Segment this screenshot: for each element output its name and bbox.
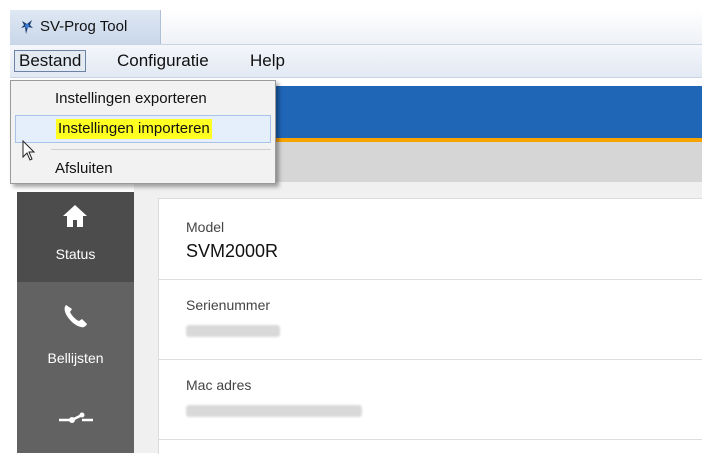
- menu-item-afsluiten[interactable]: Afsluiten: [55, 160, 113, 177]
- window-title: SV-Prog Tool: [40, 18, 128, 35]
- title-bar: SV-Prog Tool: [10, 10, 702, 44]
- redacted-value: [186, 405, 362, 417]
- menu-help[interactable]: Help: [246, 50, 289, 72]
- sidebar: Status Bellijsten: [17, 192, 134, 453]
- field-serienummer: Serienummer: [159, 279, 702, 360]
- home-icon: [63, 205, 87, 227]
- sidebar-item-label: Status: [55, 246, 96, 262]
- sidebar-item-connection[interactable]: [17, 372, 134, 453]
- sidebar-item-status[interactable]: Status: [17, 192, 134, 282]
- menu-bestand[interactable]: Bestand: [14, 50, 87, 72]
- field-label: Model: [186, 219, 225, 235]
- menu-item-export[interactable]: Instellingen exporteren: [55, 90, 207, 107]
- bestand-dropdown: Instellingen exporteren Instellingen imp…: [10, 80, 276, 184]
- field-mac-adres: Mac adres: [159, 359, 702, 440]
- field-label: Mac adres: [186, 377, 252, 393]
- phone-icon: [64, 305, 87, 328]
- menu-bar: Bestand Configuratie Help: [10, 44, 702, 78]
- app-icon: [21, 20, 33, 34]
- redacted-value: [186, 325, 280, 337]
- cursor-icon: [22, 140, 36, 161]
- connection-icon: [59, 412, 93, 423]
- sidebar-item-bellijsten[interactable]: Bellijsten: [17, 282, 134, 372]
- menu-item-label: Instellingen importeren: [56, 119, 212, 139]
- field-model: Model SVM2000R: [159, 199, 702, 280]
- title-tab: SV-Prog Tool: [10, 10, 161, 44]
- field-label: Serienummer: [186, 297, 271, 313]
- menu-separator: [51, 149, 271, 150]
- menu-item-import[interactable]: Instellingen importeren: [15, 115, 271, 143]
- field-value: SVM2000R: [186, 241, 279, 261]
- sidebar-item-label: Bellijsten: [47, 350, 104, 366]
- menu-configuratie[interactable]: Configuratie: [113, 50, 213, 72]
- device-info-card: Model SVM2000R Serienummer Mac adres: [158, 198, 702, 454]
